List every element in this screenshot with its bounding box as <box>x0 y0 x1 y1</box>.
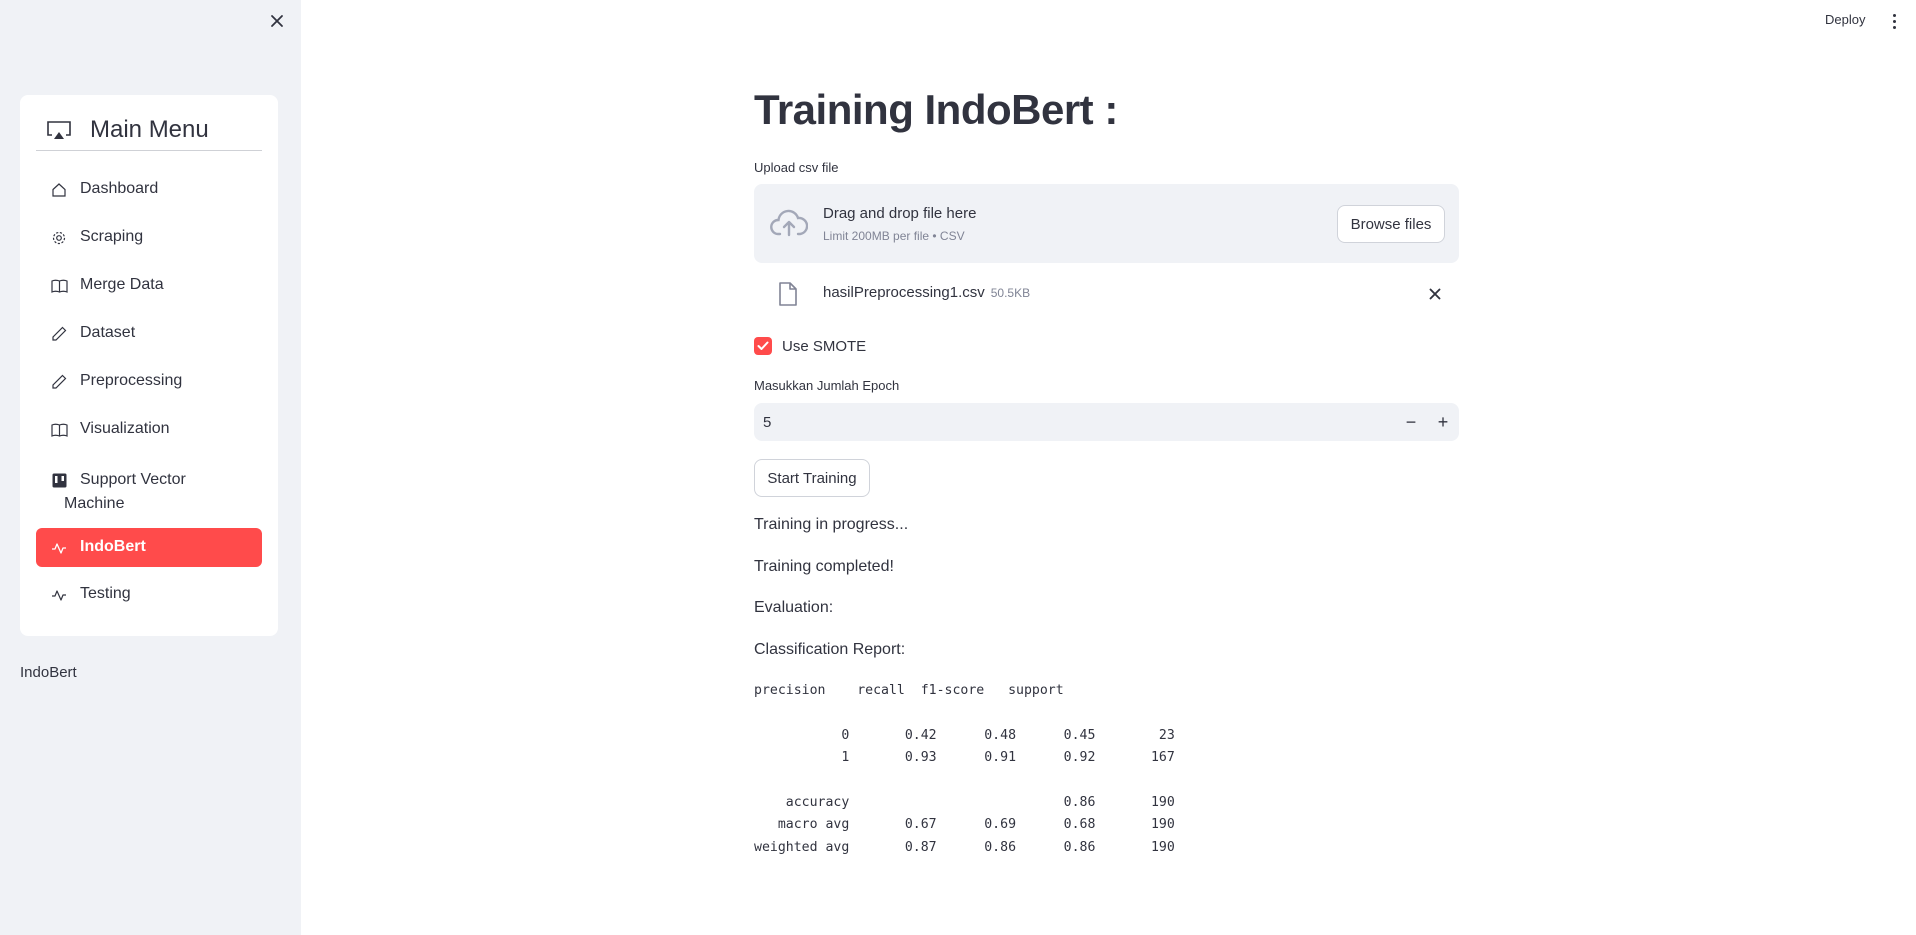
menu-title: Main Menu <box>90 115 209 143</box>
sidebar-item-testing[interactable]: Testing <box>36 575 262 615</box>
uploaded-file: hasilPreprocessing1.csv 50.5KB <box>754 278 1459 310</box>
sidebar-item-preprocessing[interactable]: Preprocessing <box>36 362 262 402</box>
sidebar-item-label: Merge Data <box>80 276 164 293</box>
activity-icon <box>50 539 68 557</box>
sidebar-item-dashboard[interactable]: Dashboard <box>36 170 262 210</box>
close-sidebar-icon[interactable] <box>266 10 288 32</box>
sidebar-item-visualization[interactable]: Visualization <box>36 410 262 450</box>
cloud-upload-icon <box>770 208 809 238</box>
file-size: 50.5KB <box>990 286 1031 300</box>
sidebar-item-label: Scraping <box>80 228 144 245</box>
sidebar-item-indobert[interactable]: IndoBert <box>36 528 262 567</box>
file-dropzone[interactable]: Drag and drop file here Limit 200MB per … <box>754 184 1459 263</box>
pencil-icon <box>50 325 68 343</box>
use-smote-checkbox[interactable]: Use SMOTE <box>754 337 866 355</box>
sidebar-item-label: IndoBert <box>80 538 146 555</box>
deploy-button[interactable]: Deploy <box>1825 12 1865 27</box>
checkmark-icon[interactable] <box>754 337 772 355</box>
increment-button[interactable]: + <box>1427 403 1459 441</box>
browse-files-button[interactable]: Browse files <box>1337 205 1445 243</box>
sidebar-item-dataset[interactable]: Dataset <box>36 314 262 354</box>
more-options-icon[interactable] <box>1887 10 1901 32</box>
start-training-button[interactable]: Start Training <box>754 459 870 497</box>
file-icon <box>778 282 798 306</box>
upload-label: Upload csv file <box>754 160 839 175</box>
pencil-icon <box>50 373 68 391</box>
sidebar-item-label: Preprocessing <box>80 372 183 389</box>
epoch-number-input: − + <box>754 403 1459 441</box>
activity-icon <box>50 586 68 604</box>
house-icon <box>50 181 68 199</box>
sidebar-footer-text: IndoBert <box>20 664 77 681</box>
gear-icon <box>50 229 68 247</box>
checkbox-label: Use SMOTE <box>782 337 867 355</box>
cast-icon <box>46 120 72 140</box>
file-name: hasilPreprocessing1.csv <box>823 284 985 301</box>
main-menu: Main Menu Dashboard Scraping Merge Data … <box>20 95 278 636</box>
sidebar-item-merge-data[interactable]: Merge Data <box>36 266 262 306</box>
epoch-input[interactable] <box>754 403 1374 441</box>
dropzone-limit: Limit 200MB per file • CSV <box>823 229 965 243</box>
book-icon <box>50 421 68 439</box>
sidebar-item-support-vector-machine[interactable]: Support Vector Machine <box>36 458 262 518</box>
classification-report-label: Classification Report: <box>754 641 906 658</box>
sidebar-item-label: Dashboard <box>80 180 159 197</box>
decrement-button[interactable]: − <box>1395 403 1427 441</box>
epoch-label: Masukkan Jumlah Epoch <box>754 378 900 393</box>
classification-report: precision recall f1-score support 0 0.42… <box>754 683 1175 855</box>
sidebar-item-label: Visualization <box>80 420 170 437</box>
menu-header: Main Menu <box>36 109 262 151</box>
sidebar-item-scraping[interactable]: Scraping <box>36 218 262 258</box>
sidebar-item-label: Support Vector Machine <box>64 471 186 512</box>
sidebar-item-label: Testing <box>80 585 131 602</box>
remove-file-icon[interactable] <box>1424 283 1446 305</box>
dropzone-title: Drag and drop file here <box>823 205 977 222</box>
book-icon <box>50 277 68 295</box>
evaluation-label: Evaluation: <box>754 599 834 616</box>
page-title: Training IndoBert : <box>754 86 1118 133</box>
status-in-progress: Training in progress... <box>754 516 909 533</box>
sidebar: Main Menu Dashboard Scraping Merge Data … <box>0 0 301 935</box>
sidebar-item-label: Dataset <box>80 324 136 341</box>
status-completed: Training completed! <box>754 558 894 575</box>
